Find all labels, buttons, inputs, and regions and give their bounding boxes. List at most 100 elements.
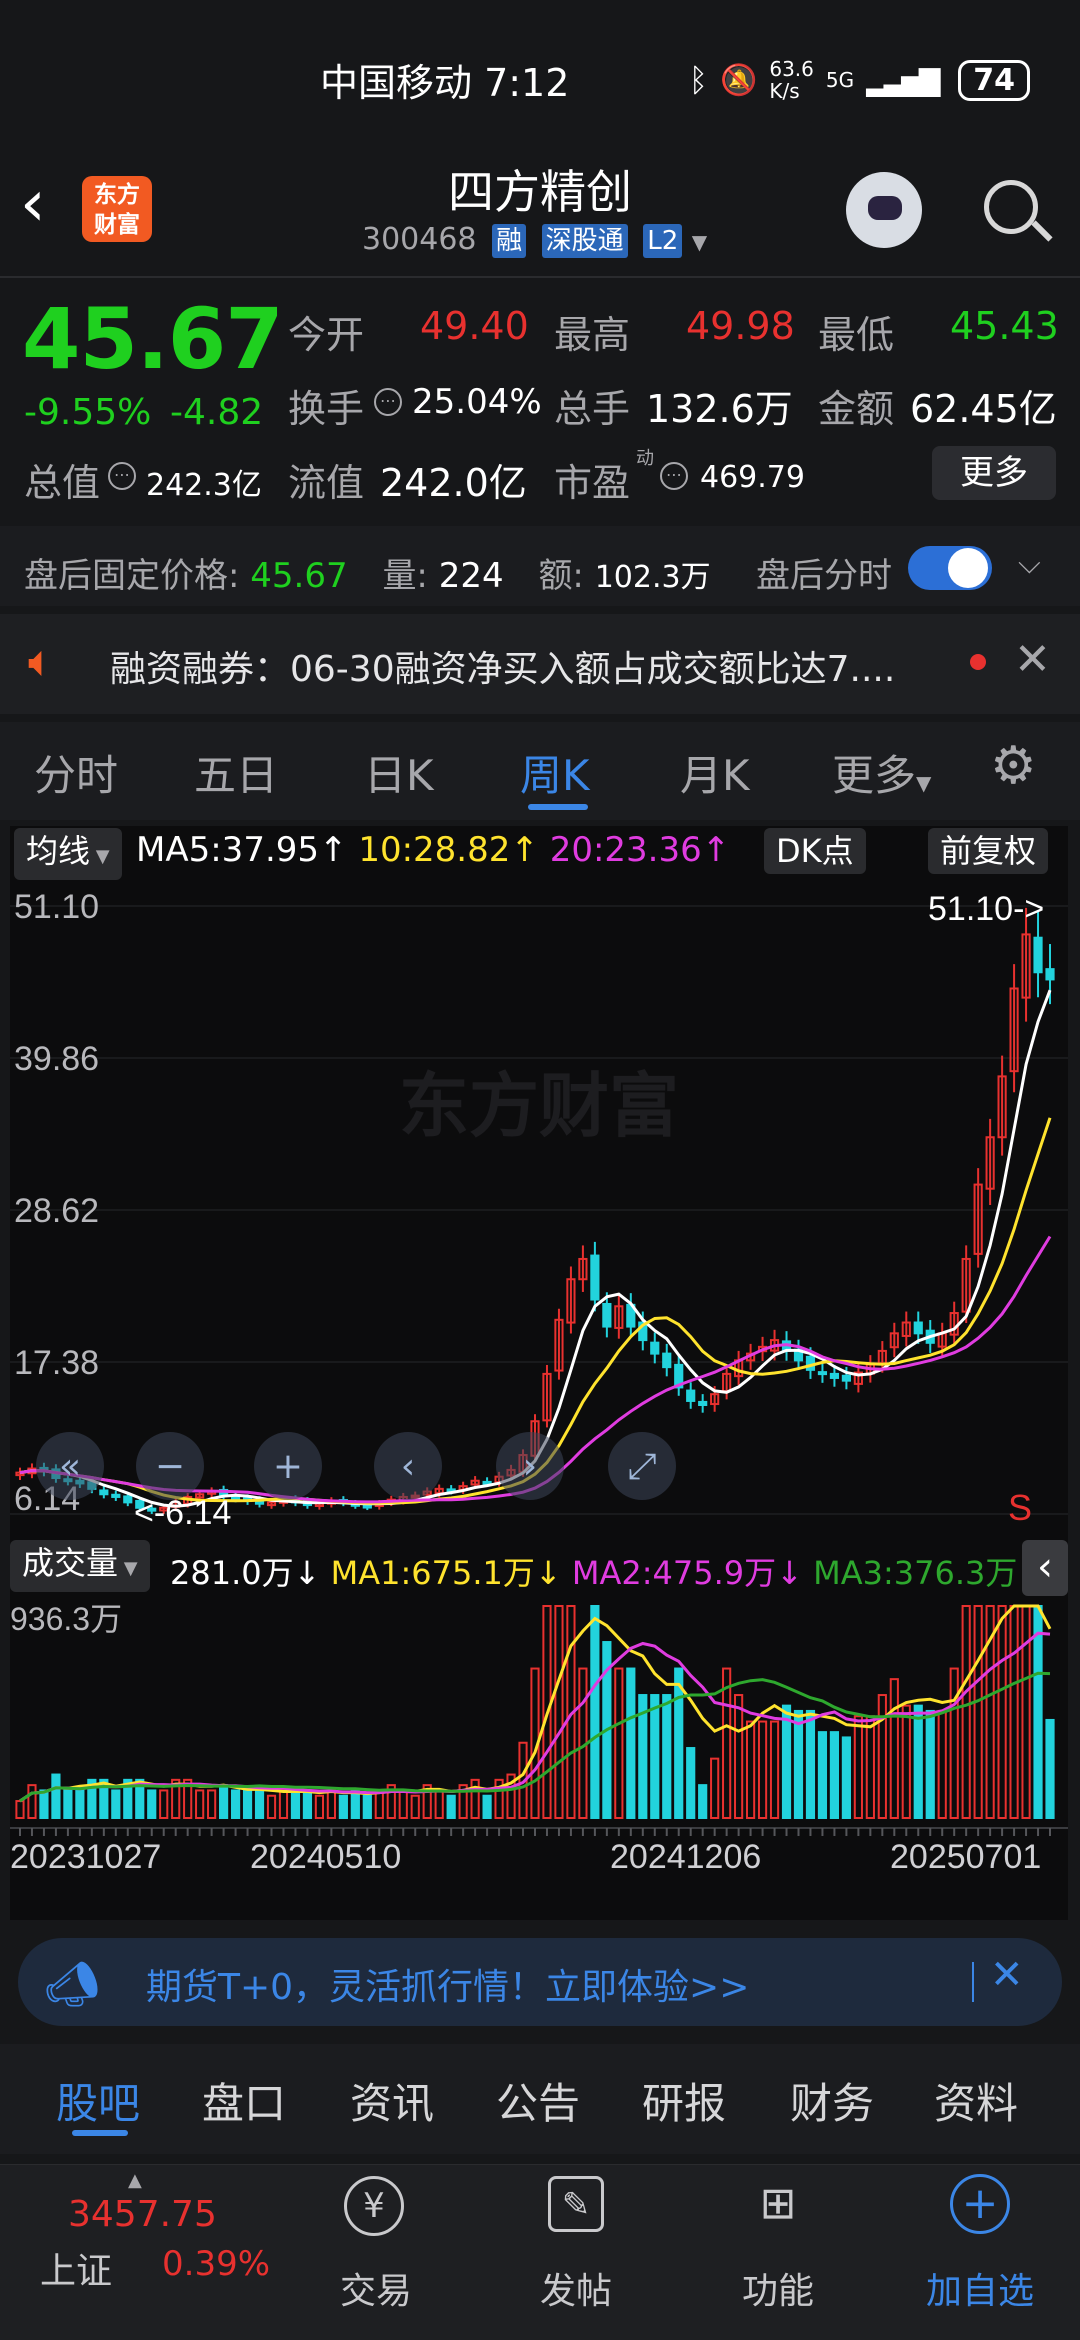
volume-bar[interactable] xyxy=(470,1778,480,1819)
candlestick-chart[interactable]: 51.1039.8628.6217.386.14东方财富51.10-><-6.1… xyxy=(10,880,1068,1540)
tab-daily-k[interactable]: 日K xyxy=(364,742,434,803)
volume-bar[interactable] xyxy=(111,1789,121,1820)
index-value[interactable]: 3457.75 xyxy=(68,2194,217,2235)
candle[interactable] xyxy=(817,1371,828,1376)
volume-bar[interactable] xyxy=(159,1789,169,1820)
volume-bar[interactable] xyxy=(793,1709,804,1819)
adjust-button[interactable]: 前复权 xyxy=(928,828,1049,874)
volume-bar[interactable] xyxy=(949,1667,959,1820)
volume-bar[interactable] xyxy=(961,1605,971,1819)
tab-profile[interactable]: 资料 xyxy=(934,2070,1018,2131)
volume-selector[interactable]: 成交量 ▼ xyxy=(10,1540,150,1592)
volume-bar[interactable] xyxy=(338,1794,348,1820)
volume-bar[interactable] xyxy=(434,1789,444,1820)
volume-bar[interactable] xyxy=(662,1694,672,1819)
volume-bar[interactable] xyxy=(39,1789,49,1820)
nav-post[interactable]: 发帖 xyxy=(540,2262,612,2314)
candle[interactable] xyxy=(99,1489,109,1496)
volume-bar[interactable] xyxy=(75,1789,85,1820)
collapse-left-icon[interactable]: ‹ xyxy=(1022,1540,1068,1596)
volume-bar[interactable] xyxy=(925,1709,935,1819)
more-info-icon[interactable]: ⋯ xyxy=(660,462,688,490)
volume-bar[interactable] xyxy=(314,1794,325,1820)
volume-bar[interactable] xyxy=(254,1789,265,1820)
volume-bar[interactable] xyxy=(362,1794,372,1820)
volume-bar[interactable] xyxy=(614,1667,624,1820)
volume-bar[interactable] xyxy=(817,1731,828,1819)
volume-bar[interactable] xyxy=(734,1694,744,1819)
compose-icon[interactable]: ✎ xyxy=(548,2176,604,2232)
close-icon[interactable]: ✕ xyxy=(1014,634,1051,685)
volume-bar[interactable] xyxy=(51,1773,61,1819)
volume-bar[interactable] xyxy=(853,1715,863,1819)
tab-monthly-k[interactable]: 月K xyxy=(680,742,750,803)
candle[interactable] xyxy=(698,1400,708,1407)
volume-bar[interactable] xyxy=(482,1794,492,1820)
volume-bar[interactable] xyxy=(27,1784,37,1819)
volume-bar[interactable] xyxy=(398,1789,408,1820)
candle[interactable] xyxy=(913,1321,923,1335)
volume-bar[interactable] xyxy=(302,1789,313,1820)
ma-selector[interactable]: 均线 ▼ xyxy=(14,828,122,880)
volume-bar[interactable] xyxy=(698,1784,708,1819)
tab-finance[interactable]: 财务 xyxy=(790,2070,874,2131)
tab-weekly-k[interactable]: 周K xyxy=(520,742,590,803)
tab-orderbook[interactable]: 盘口 xyxy=(202,2070,286,2131)
volume-bar[interactable] xyxy=(290,1789,301,1820)
volume-bar[interactable] xyxy=(1033,1605,1043,1819)
volume-bar[interactable] xyxy=(997,1605,1007,1819)
volume-chart[interactable]: 936.3万 20231027 20240510 20241206 20250701 xyxy=(10,1596,1068,1920)
candle[interactable] xyxy=(111,1493,121,1498)
volume-bar[interactable] xyxy=(1009,1605,1019,1819)
volume-bar[interactable] xyxy=(147,1789,157,1820)
index-name[interactable]: 上证 xyxy=(40,2242,112,2294)
volume-bar[interactable] xyxy=(841,1736,851,1819)
more-info-icon[interactable]: ⋯ xyxy=(374,388,402,416)
volume-bar[interactable] xyxy=(686,1747,696,1819)
search-icon[interactable] xyxy=(984,180,1038,234)
volume-bar[interactable] xyxy=(590,1605,600,1819)
close-icon[interactable]: ✕ xyxy=(990,1952,1024,1998)
candle[interactable] xyxy=(602,1302,612,1328)
tab-research[interactable]: 研报 xyxy=(642,2070,726,2131)
candle[interactable] xyxy=(123,1495,133,1504)
candle[interactable] xyxy=(686,1389,696,1402)
volume-bar[interactable] xyxy=(674,1667,684,1820)
volume-bar[interactable] xyxy=(937,1709,947,1819)
volume-bar[interactable] xyxy=(889,1678,899,1819)
nav-trade[interactable]: 交易 xyxy=(340,2262,412,2314)
volume-bar[interactable] xyxy=(781,1704,792,1819)
grid-icon[interactable]: ⊞ xyxy=(750,2176,806,2232)
volume-bar[interactable] xyxy=(374,1789,384,1820)
nav-functions[interactable]: 功能 xyxy=(742,2262,814,2314)
volume-bar[interactable] xyxy=(710,1757,720,1819)
candle[interactable] xyxy=(650,1341,660,1355)
ad-text[interactable]: 期货T+0，灵活抓行情！立即体验>> xyxy=(146,1958,749,2010)
volume-bar[interactable] xyxy=(1045,1718,1055,1819)
tab-five-day[interactable]: 五日 xyxy=(194,742,278,803)
tab-intraday[interactable]: 分时 xyxy=(34,742,118,803)
gear-icon[interactable]: ⚙ xyxy=(990,736,1037,796)
candle[interactable] xyxy=(590,1254,600,1301)
volume-bar[interactable] xyxy=(278,1789,289,1820)
candle[interactable] xyxy=(1033,936,1043,974)
tab-more[interactable]: 更多▼ xyxy=(832,742,931,803)
volume-bar[interactable] xyxy=(769,1720,780,1819)
add-watchlist-icon[interactable]: + xyxy=(950,2174,1010,2234)
volume-bar[interactable] xyxy=(913,1704,923,1819)
notice-text[interactable]: 融资融券：06-30融资净买入额占成交额比达7.... xyxy=(110,640,895,692)
tab-announcements[interactable]: 公告 xyxy=(496,2070,580,2131)
more-quote-button[interactable]: 更多 xyxy=(932,446,1056,500)
volume-bar[interactable] xyxy=(266,1794,277,1820)
volume-bar[interactable] xyxy=(63,1789,73,1820)
tab-forum[interactable]: 股吧 xyxy=(56,2070,140,2131)
trade-icon[interactable]: ¥ xyxy=(344,2176,404,2236)
candle[interactable] xyxy=(1045,968,1055,981)
volume-bar[interactable] xyxy=(326,1789,336,1820)
volume-bar[interactable] xyxy=(722,1667,732,1820)
volume-bar[interactable] xyxy=(901,1704,911,1819)
candle[interactable] xyxy=(829,1372,840,1379)
volume-bar[interactable] xyxy=(805,1709,816,1819)
volume-bar[interactable] xyxy=(877,1694,887,1819)
candle[interactable] xyxy=(662,1352,672,1369)
